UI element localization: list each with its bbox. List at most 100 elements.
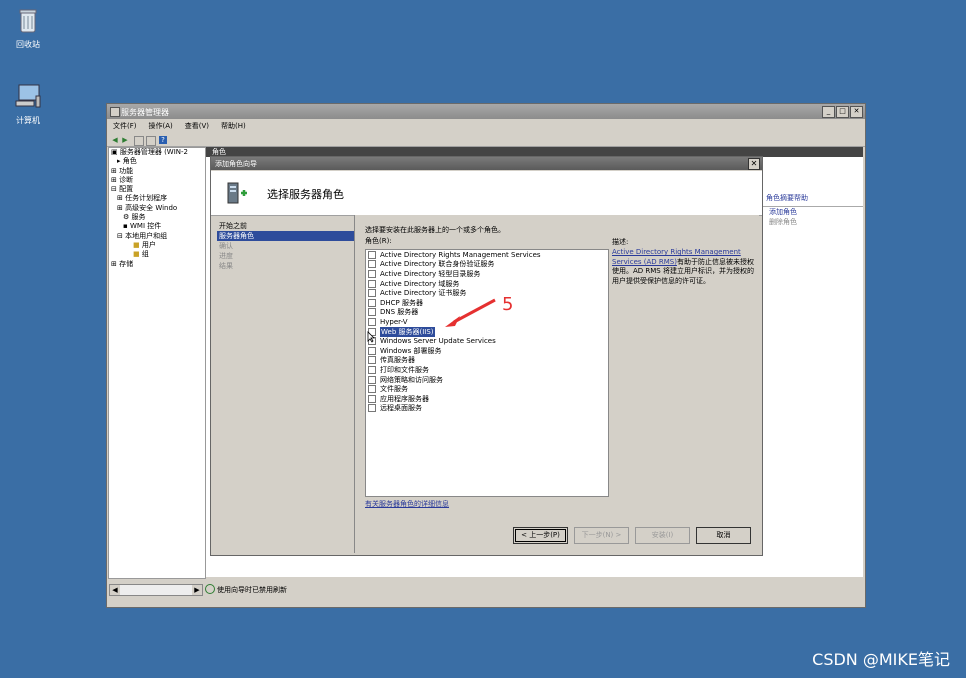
back-arrow-icon[interactable]: ◀ [111, 136, 119, 144]
role-item[interactable]: 远程桌面服务 [366, 404, 608, 414]
intro-text: 选择要安装在此服务器上的一个或多个角色。 [365, 226, 505, 234]
desktop-icon-computer[interactable]: 计算机 [0, 82, 56, 126]
expand-icon[interactable]: ⊞ [111, 167, 119, 175]
next-button[interactable]: 下一步(N) > [574, 527, 629, 544]
expand-icon[interactable]: ⊞ [117, 204, 125, 212]
menu-action[interactable]: 操作(A) [149, 120, 173, 132]
role-checkbox[interactable] [368, 279, 376, 288]
scroll-right-icon[interactable]: ▶ [192, 585, 202, 595]
role-description: Active Directory Rights Management Servi… [612, 248, 754, 286]
desktop-icon-recycle-bin[interactable]: 回收站 [0, 6, 56, 50]
role-item[interactable]: Windows 部署服务 [366, 346, 608, 356]
actions-title[interactable]: 角色摘要帮助 [763, 190, 863, 207]
roles-label: 角色(R): [365, 237, 392, 245]
role-checkbox[interactable] [368, 375, 376, 384]
role-checkbox[interactable] [368, 260, 376, 269]
menu-view[interactable]: 查看(V) [185, 120, 209, 132]
wizard-buttons: < 上一步(P) 下一步(N) > 安装(I) 取消 [513, 527, 751, 544]
show-hide-tree-icon[interactable] [146, 136, 156, 146]
role-item[interactable]: 网络策略和访问服务 [366, 375, 608, 385]
wizard-heading: 选择服务器角色 [267, 188, 344, 201]
role-checkbox[interactable] [368, 269, 376, 278]
close-button[interactable]: ✕ [850, 106, 863, 118]
role-item[interactable]: 文件服务 [366, 384, 608, 394]
up-folder-icon[interactable] [134, 136, 144, 146]
tree-node-features[interactable]: ⊞ 功能 [109, 167, 205, 176]
wizard-steps: 开始之前 服务器角色 确认 进度 结果 [217, 221, 357, 271]
folder-icon: ■ [133, 250, 142, 259]
menu-file[interactable]: 文件(F) [113, 120, 137, 132]
tree-node-diagnostics[interactable]: ⊞ 诊断 [109, 176, 205, 185]
role-checkbox[interactable] [368, 308, 376, 317]
maximize-button[interactable]: □ [836, 106, 849, 118]
cancel-button[interactable]: 取消 [696, 527, 751, 544]
step-results: 结果 [219, 262, 233, 270]
role-checkbox[interactable] [368, 356, 376, 365]
toolbar: ◀ ▶ ? [107, 134, 865, 147]
role-checkbox[interactable] [368, 404, 376, 413]
remove-role-link: 删除角色 [769, 218, 797, 226]
app-icon [110, 107, 120, 117]
dialog-close-button[interactable]: ✕ [748, 158, 760, 170]
role-item[interactable]: Active Directory 轻型目录服务 [366, 269, 608, 279]
tree-node-groups[interactable]: ■ 组 [109, 250, 205, 259]
expand-icon[interactable]: ⊞ [111, 260, 119, 268]
tree-node-roles[interactable]: ▸ 角色 [109, 157, 205, 166]
expand-icon[interactable]: ⊞ [117, 194, 125, 202]
window-title: 服务器管理器 [121, 108, 169, 117]
tree-node-server-manager[interactable]: ▣ 服务器管理器 (WIN-2 [109, 148, 205, 157]
role-checkbox[interactable] [368, 346, 376, 355]
role-item[interactable]: 应用程序服务器 [366, 394, 608, 404]
navigation-tree: ▣ 服务器管理器 (WIN-2 ▸ 角色 ⊞ 功能 ⊞ 诊断 ⊟ 配置 ⊞ 任务… [108, 147, 206, 579]
tree-node-wmi[interactable]: ▪ WMI 控件 [109, 222, 205, 231]
wmi-icon: ▪ [123, 222, 130, 231]
annotation-number: 5 [502, 294, 514, 315]
refresh-icon [205, 584, 215, 594]
mouse-cursor-icon [367, 331, 375, 343]
role-checkbox[interactable] [368, 289, 376, 298]
add-role-link[interactable]: 添加角色 [763, 207, 863, 217]
role-checkbox[interactable] [368, 250, 376, 259]
expand-icon[interactable]: ⊞ [111, 176, 119, 184]
dialog-titlebar[interactable]: 添加角色向导 ✕ [211, 157, 762, 170]
role-checkbox[interactable] [368, 317, 376, 326]
menu-help[interactable]: 帮助(H) [221, 120, 246, 132]
status-bar: ◀ ▶ 使用向导时已禁用刷新 [107, 579, 865, 607]
more-info-link[interactable]: 有关服务器角色的详细信息 [365, 499, 449, 509]
role-checkbox[interactable] [368, 365, 376, 374]
tree-node-task-scheduler[interactable]: ⊞ 任务计划程序 [109, 194, 205, 203]
server-roles-icon [227, 182, 247, 204]
desktop-icon-label: 回收站 [16, 40, 40, 49]
tree-node-users[interactable]: ■ 用户 [109, 241, 205, 250]
collapse-icon[interactable]: ⊟ [117, 232, 125, 240]
role-item[interactable]: Active Directory Rights Management Servi… [366, 250, 608, 260]
tree-node-services[interactable]: ⚙ 服务 [109, 213, 205, 222]
help-icon[interactable]: ? [159, 136, 167, 144]
back-button[interactable]: < 上一步(P) [513, 527, 568, 544]
step-server-roles[interactable]: 服务器角色 [217, 231, 357, 241]
tree-node-firewall[interactable]: ⊞ 高级安全 Windo [109, 204, 205, 213]
scroll-left-icon[interactable]: ◀ [110, 585, 120, 595]
role-item[interactable]: Active Directory 域服务 [366, 279, 608, 289]
window-titlebar[interactable]: 服务器管理器 _ □ ✕ [107, 104, 865, 119]
wizard-content: 选择要安装在此服务器上的一个或多个角色。 角色(R): Active Direc… [354, 215, 759, 553]
collapse-icon[interactable]: ⊟ [111, 185, 119, 193]
tree-horizontal-scrollbar[interactable]: ◀ ▶ [109, 584, 203, 596]
forward-arrow-icon[interactable]: ▶ [121, 136, 129, 144]
role-checkbox[interactable] [368, 298, 376, 307]
role-checkbox[interactable] [368, 394, 376, 403]
desktop-icon-label: 计算机 [16, 116, 40, 125]
dialog-header: 选择服务器角色 [211, 171, 762, 216]
role-item[interactable]: Active Directory 联合身份验证服务 [366, 260, 608, 270]
step-confirmation: 确认 [219, 242, 233, 250]
role-item[interactable]: 打印和文件服务 [366, 365, 608, 375]
minimize-button[interactable]: _ [822, 106, 835, 118]
role-item[interactable]: 传真服务器 [366, 356, 608, 366]
role-item[interactable]: Windows Server Update Services [366, 336, 608, 346]
role-checkbox[interactable] [368, 385, 376, 394]
install-button[interactable]: 安装(I) [635, 527, 690, 544]
tree-node-storage[interactable]: ⊞ 存储 [109, 260, 205, 269]
step-before-you-begin[interactable]: 开始之前 [217, 221, 357, 231]
tree-node-local-users-groups[interactable]: ⊟ 本地用户和组 [109, 232, 205, 241]
server-icon: ▣ [111, 148, 120, 156]
